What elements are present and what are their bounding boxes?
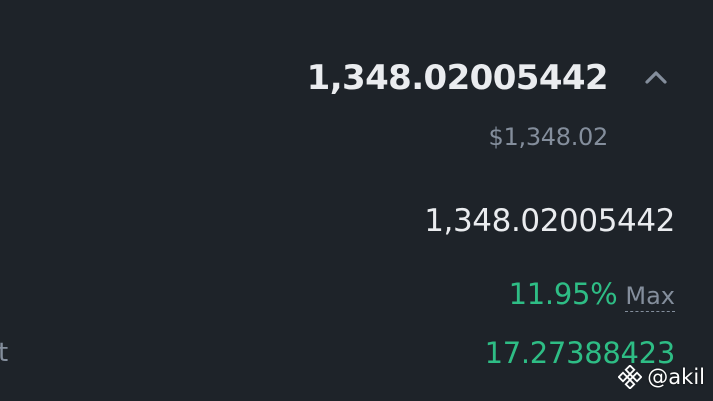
max-apr-link[interactable]: Max — [625, 281, 675, 312]
balance-usd-value: $1,348.02 — [488, 123, 609, 151]
collapse-toggle-button[interactable] — [639, 60, 673, 94]
amount-value: 1,348.02005442 — [424, 203, 675, 239]
binance-logo-icon — [618, 365, 643, 389]
watermark-handle: @akil — [647, 365, 705, 389]
total-balance: 1,348.02005442 — [306, 58, 609, 98]
row-label-partial: t — [0, 338, 9, 368]
apr-value: 11.95% — [508, 277, 618, 311]
watermark: @akil — [618, 362, 705, 392]
apr-row: 11.95% Max — [509, 272, 675, 316]
chevron-up-icon — [645, 71, 667, 84]
